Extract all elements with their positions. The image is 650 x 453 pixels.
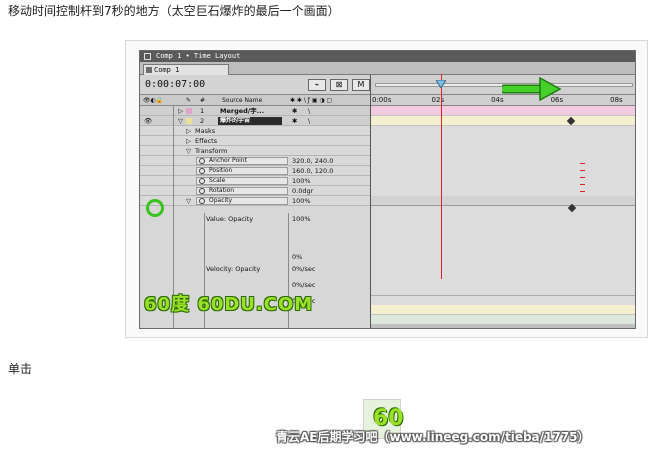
- property-value[interactable]: 100%: [292, 196, 311, 206]
- group-label: Transform: [195, 147, 228, 155]
- av-features-icon: 👁◐🔒: [143, 97, 164, 104]
- source-name-header[interactable]: Source Name: [222, 95, 262, 106]
- property-name: Rotation: [209, 187, 235, 194]
- bottom-layer-bar-2[interactable]: [371, 315, 635, 325]
- property-name-box: Scale: [196, 177, 288, 185]
- tab-label: Comp 1: [154, 66, 180, 74]
- tab-strip: Comp 1: [140, 62, 635, 75]
- expand-triangle-icon[interactable]: ▽: [178, 116, 183, 126]
- curve-marker: [580, 170, 585, 171]
- ruler-tick: 08s: [610, 96, 623, 104]
- ruler-tick: 0:00s: [372, 96, 392, 104]
- property-value[interactable]: 100%: [292, 176, 311, 186]
- 60du-logo: 60度 60DU.COM: [144, 294, 314, 315]
- layer-name-selected[interactable]: 爆炸的宇宙: [218, 117, 282, 125]
- panel-divider: [370, 75, 371, 328]
- shy-layers-button[interactable]: ⊠: [330, 79, 348, 91]
- m-button[interactable]: M: [352, 79, 370, 91]
- property-name: Anchor Point: [209, 157, 247, 164]
- tab-comp-1[interactable]: Comp 1: [143, 64, 229, 75]
- label-column-icon: ✎: [186, 97, 192, 104]
- property-value[interactable]: 320.0, 240.0: [292, 156, 333, 166]
- number-column: #: [200, 97, 206, 104]
- curve-marker: [580, 184, 585, 185]
- property-row-opacity[interactable]: ▽ Opacity 100%: [140, 196, 370, 206]
- property-row[interactable]: Anchor Point 320.0, 240.0: [140, 156, 370, 166]
- quality-switch-icon[interactable]: \: [308, 116, 310, 126]
- window-title: Comp 1 • Time Layout: [156, 52, 241, 60]
- quality-switch-icon[interactable]: \: [308, 106, 310, 116]
- property-name: Scale: [209, 177, 226, 184]
- triangle-down-icon[interactable]: ▽: [186, 196, 191, 206]
- label-color-swatch: [186, 108, 192, 114]
- label-color-swatch: [186, 118, 192, 124]
- triangle-down-icon[interactable]: ▽: [186, 146, 191, 156]
- curve-marker: [580, 163, 585, 164]
- property-name-box: Position: [196, 167, 288, 175]
- caption-top: 移动时间控制杆到7秒的地方（太空巨石爆炸的最后一个画面）: [8, 4, 340, 18]
- velocity-value: 0%/sec: [292, 265, 316, 273]
- layer-number: 2: [200, 117, 205, 125]
- layer-number: 1: [200, 107, 205, 115]
- close-box-icon[interactable]: [144, 53, 151, 60]
- group-effects[interactable]: ▷ Effects: [140, 136, 370, 146]
- stopwatch-icon[interactable]: [199, 188, 205, 194]
- stopwatch-icon[interactable]: [199, 178, 205, 184]
- watermark: 青云AE后期学习吧（www.lineeg.com/tieba/1775）: [276, 430, 590, 444]
- time-marker-icon[interactable]: [436, 80, 446, 88]
- group-masks[interactable]: ▷ Masks: [140, 126, 370, 136]
- stopwatch-icon[interactable]: [199, 158, 205, 164]
- group-label: Masks: [195, 127, 216, 135]
- collapse-switch-icon[interactable]: ✱: [292, 116, 297, 126]
- motion-blur-button[interactable]: ⌁: [308, 79, 326, 91]
- eye-icon[interactable]: 👁: [144, 116, 152, 126]
- switches-header: ✱ ✱ \ ƒ ▣ ◑ ▢: [290, 97, 333, 104]
- value-min: 0%: [292, 253, 303, 261]
- group-transform[interactable]: ▽ Transform: [140, 146, 370, 156]
- property-row[interactable]: Scale 100%: [140, 176, 370, 186]
- group-label: Effects: [195, 137, 218, 145]
- timeline-scrollbar[interactable]: [371, 325, 635, 328]
- current-time-display[interactable]: 0:00:07:00: [145, 79, 205, 90]
- time-row: 0:00:07:00 ⌁ ⊠ M: [140, 75, 370, 95]
- layer-row[interactable]: 👁 ▽ 2 爆炸的宇宙 ✱ \: [140, 116, 370, 126]
- velocity-graph-label: Velocity: Opacity: [206, 265, 261, 273]
- collapse-switch-icon[interactable]: ✱: [292, 106, 297, 116]
- column-header: 👁◐🔒 ✎ # Source Name ✱ ✱ \ ƒ ▣ ◑ ▢: [140, 95, 370, 106]
- bottom-layer-bar[interactable]: [371, 305, 635, 315]
- layer-2-duration-bar[interactable]: [371, 116, 635, 126]
- comp-icon: [146, 67, 152, 73]
- value-graph-label: Value: Opacity: [206, 215, 254, 223]
- ruler-tick: 02s: [431, 96, 445, 104]
- velocity-value: 0%/sec: [292, 281, 316, 289]
- triangle-right-icon[interactable]: ▷: [186, 136, 191, 146]
- graph-divider: [371, 295, 635, 296]
- green-arrow-icon: [502, 76, 562, 102]
- property-name: Position: [209, 167, 233, 174]
- property-row[interactable]: Rotation 0.0dgr: [140, 186, 370, 196]
- layer-name: Merged/宇...: [220, 107, 265, 115]
- expand-triangle-icon[interactable]: ▷: [178, 106, 183, 116]
- value-max: 100%: [292, 215, 311, 223]
- layer-1-duration-bar[interactable]: [371, 106, 635, 116]
- green-circle-highlight: [146, 199, 164, 217]
- property-name-box: Anchor Point: [196, 157, 288, 165]
- timeline-panel: 0:00s 02s 04s 06s 08s: [371, 75, 635, 328]
- playhead-line[interactable]: [441, 74, 442, 279]
- caption-bottom: 单击: [8, 362, 33, 376]
- property-name: Opacity: [209, 197, 233, 204]
- property-value[interactable]: 0.0dgr: [292, 186, 313, 196]
- window-titlebar[interactable]: Comp 1 • Time Layout: [140, 51, 635, 62]
- property-value[interactable]: 160.0, 120.0: [292, 166, 333, 176]
- opacity-timeline-row: [371, 196, 635, 206]
- property-row[interactable]: Position 160.0, 120.0: [140, 166, 370, 176]
- stopwatch-icon[interactable]: [199, 198, 205, 204]
- curve-marker: [580, 191, 585, 192]
- layer-row[interactable]: ▷ 1 Merged/宇... ✱ \: [140, 106, 370, 116]
- property-name-box: Rotation: [196, 187, 288, 195]
- property-name-box: Opacity: [196, 197, 288, 205]
- curve-marker: [580, 177, 585, 178]
- stopwatch-icon[interactable]: [199, 168, 205, 174]
- triangle-right-icon[interactable]: ▷: [186, 126, 191, 136]
